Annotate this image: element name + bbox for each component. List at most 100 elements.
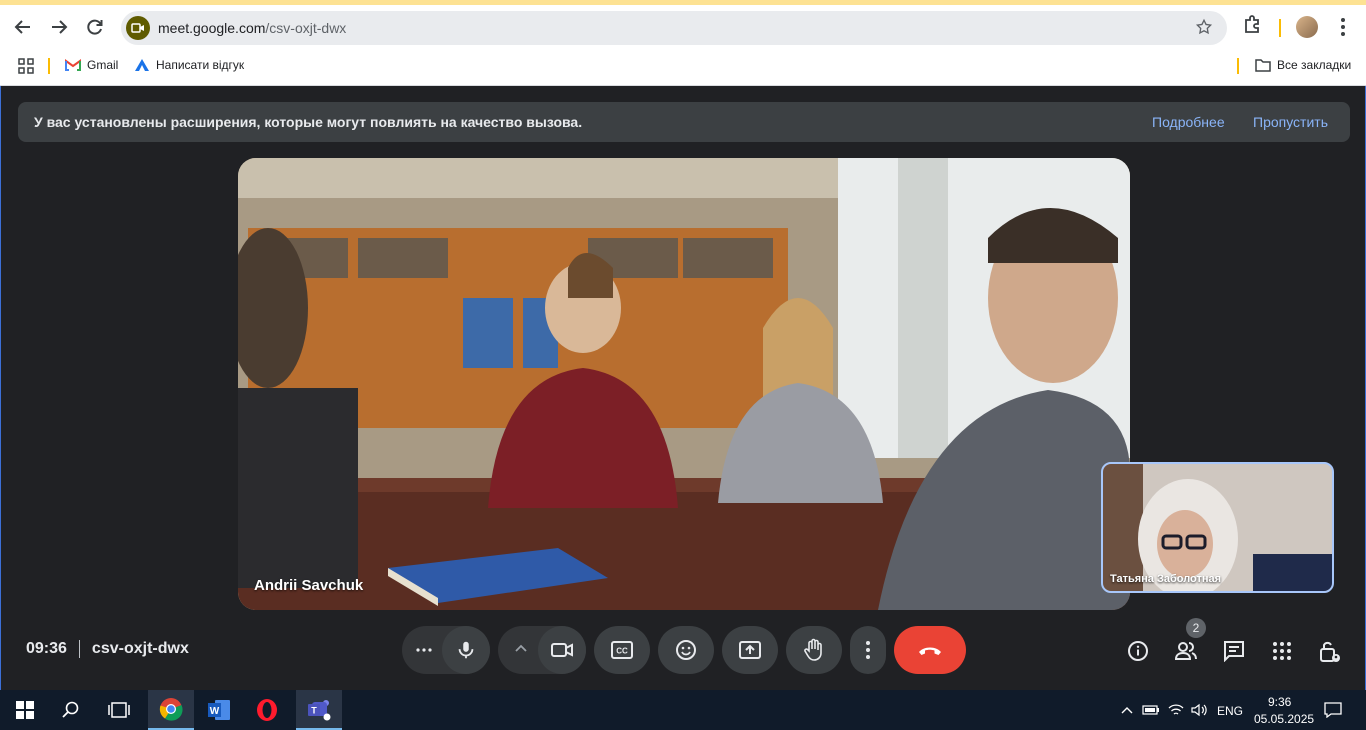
chevron-up-icon — [515, 644, 527, 652]
taskbar-chrome[interactable] — [148, 690, 194, 730]
bookmark-feedback[interactable]: Написати відгук — [134, 58, 244, 72]
chrome-icon — [159, 698, 183, 721]
chevron-up-icon — [1121, 707, 1133, 714]
microphone-icon — [458, 641, 474, 659]
people-button[interactable] — [1173, 638, 1199, 664]
activities-button[interactable] — [1269, 638, 1295, 664]
notifications-button[interactable] — [1318, 690, 1348, 730]
gmail-icon — [65, 59, 81, 71]
lock-person-icon — [1320, 641, 1340, 662]
banner-message: У вас установлены расширения, которые мо… — [34, 114, 583, 130]
show-hidden-icons-button[interactable] — [1116, 690, 1138, 730]
start-button[interactable] — [2, 690, 48, 730]
mic-control-group — [402, 626, 490, 674]
meet-site-icon[interactable] — [126, 16, 150, 40]
meeting-time: 09:36 — [26, 640, 67, 657]
taskbar-clock-date[interactable]: 05.05.2025 — [1254, 712, 1314, 726]
bookmarks-bar: Gmail Написати відгук Все закладки — [0, 50, 1366, 86]
self-view-tile[interactable]: Татьяна Заболотная — [1101, 462, 1334, 593]
meeting-code: csv-oxjt-dwx — [91, 640, 189, 657]
bookmark-gmail[interactable]: Gmail — [65, 58, 118, 72]
kebab-menu-icon — [866, 641, 870, 659]
video-camera-icon — [551, 643, 573, 657]
host-controls-button[interactable] — [1317, 638, 1343, 664]
all-bookmarks-button[interactable]: Все закладки — [1255, 58, 1351, 72]
hang-up-icon — [919, 647, 941, 655]
kebab-menu-icon — [1341, 18, 1345, 36]
url-path: /csv-oxjt-dwx — [265, 20, 347, 36]
taskbar-word[interactable]: W — [196, 690, 242, 730]
self-video-feed — [1103, 464, 1332, 591]
browser-toolbar: meet.google.com/csv-oxjt-dwx — [0, 5, 1366, 50]
input-language[interactable]: ENG — [1217, 704, 1243, 718]
hand-icon — [804, 638, 822, 661]
volume-button[interactable] — [1188, 690, 1212, 730]
meet-app: У вас установлены расширения, которые мо… — [0, 86, 1366, 690]
people-icon — [1174, 642, 1197, 660]
meeting-details: 09:36 csv-oxjt-dwx — [26, 640, 189, 658]
meeting-info-button[interactable] — [1125, 638, 1151, 664]
browser-menu-button[interactable] — [1333, 15, 1353, 44]
closed-captions-icon: CC — [611, 641, 633, 659]
bookmark-separator — [48, 58, 50, 74]
svg-text:T: T — [311, 706, 317, 716]
camera-button[interactable] — [538, 626, 586, 674]
word-icon: W — [208, 700, 230, 720]
battery-icon — [1142, 705, 1159, 715]
learn-more-link[interactable]: Подробнее — [1152, 114, 1225, 130]
dismiss-link[interactable]: Пропустить — [1253, 114, 1328, 130]
raise-hand-button[interactable] — [786, 626, 842, 674]
people-count-badge: 2 — [1186, 618, 1206, 638]
taskbar-clock-time[interactable]: 9:36 — [1268, 695, 1291, 709]
url-host: meet.google.com — [158, 20, 266, 36]
self-participant-name: Татьяна Заболотная — [1110, 573, 1222, 585]
battery-button[interactable] — [1139, 690, 1163, 730]
svg-text:W: W — [210, 706, 220, 717]
bookmark-label: Gmail — [87, 58, 119, 72]
all-bookmarks-label: Все закладки — [1277, 58, 1352, 72]
folder-icon — [1255, 59, 1271, 72]
forward-button[interactable] — [45, 13, 73, 41]
address-bar[interactable]: meet.google.com/csv-oxjt-dwx — [121, 11, 1227, 45]
divider — [78, 640, 80, 658]
bookmark-label: Написати відгук — [156, 58, 245, 72]
apps-grid-icon — [18, 58, 34, 74]
chat-button[interactable] — [1221, 638, 1247, 664]
camera-control-group — [498, 626, 586, 674]
reload-icon — [87, 19, 103, 35]
toolbar-separator — [1279, 19, 1281, 37]
apps-button[interactable] — [18, 58, 34, 74]
main-video-tile[interactable]: Andrii Savchuk — [238, 158, 1130, 610]
extensions-button[interactable] — [1241, 13, 1265, 42]
reload-button[interactable] — [81, 13, 109, 41]
windows-taskbar: W T ENG 9:36 05.05.2025 — [0, 690, 1366, 730]
speaker-icon — [1191, 703, 1207, 717]
task-view-icon — [108, 702, 130, 718]
present-screen-button[interactable] — [722, 626, 778, 674]
more-options-button[interactable] — [850, 626, 886, 674]
search-button[interactable] — [48, 690, 94, 730]
notification-icon — [1324, 702, 1342, 718]
camera-icon — [131, 23, 144, 33]
present-screen-icon — [739, 641, 761, 659]
feedback-icon — [135, 59, 149, 71]
wifi-icon — [1168, 704, 1184, 715]
reactions-button[interactable] — [658, 626, 714, 674]
leave-call-button[interactable] — [894, 626, 966, 674]
taskbar-teams[interactable]: T — [296, 690, 342, 730]
profile-avatar[interactable] — [1296, 16, 1318, 38]
video-options-button[interactable] — [512, 640, 530, 663]
audio-options-button[interactable] — [414, 640, 434, 665]
url-text[interactable]: meet.google.com/csv-oxjt-dwx — [158, 20, 346, 36]
chat-icon — [1224, 641, 1244, 662]
captions-button[interactable]: CC — [594, 626, 650, 674]
task-view-button[interactable] — [96, 690, 142, 730]
apps-grid-icon — [1273, 642, 1291, 660]
bookmark-separator — [1237, 58, 1239, 74]
microphone-button[interactable] — [442, 626, 490, 674]
arrow-left-icon — [14, 20, 30, 34]
wifi-button[interactable] — [1164, 690, 1188, 730]
bookmark-star-button[interactable] — [1195, 18, 1213, 41]
back-button[interactable] — [9, 13, 37, 41]
taskbar-opera[interactable] — [244, 690, 290, 730]
